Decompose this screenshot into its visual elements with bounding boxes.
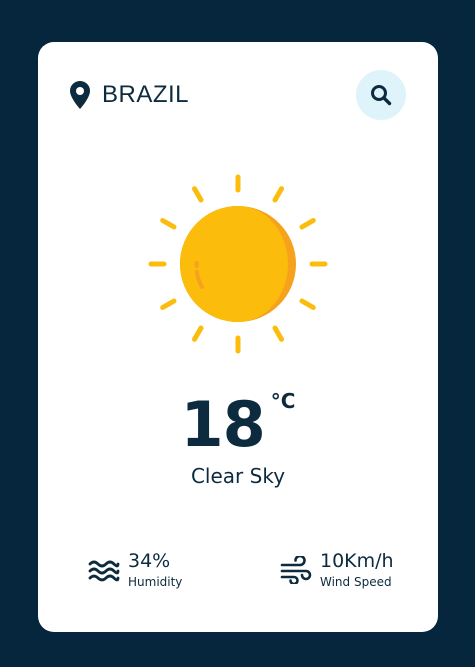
location-pin-icon xyxy=(70,81,90,109)
wind-stat: 10Km/h Wind Speed xyxy=(280,550,394,590)
location-header: BRAZIL xyxy=(68,80,189,110)
search-button[interactable] xyxy=(356,70,406,120)
city-name: BRAZIL xyxy=(102,81,190,108)
search-icon xyxy=(371,85,392,106)
weather-card: BRAZIL 18 °C Clear Sky 34% Humidity 10Km… xyxy=(38,42,438,632)
weather-description: Clear Sky xyxy=(190,464,286,488)
humidity-value: 34% xyxy=(128,550,171,572)
wind-icon xyxy=(280,556,312,584)
wind-speed-value: 10Km/h xyxy=(320,550,394,572)
waves-icon xyxy=(88,560,120,582)
wind-speed-label: Wind Speed xyxy=(320,575,392,589)
sun-icon xyxy=(148,174,328,354)
temperature-display: 18 °C xyxy=(38,387,438,463)
temperature-unit: °C xyxy=(270,389,296,413)
temperature-value: 18 xyxy=(180,388,266,461)
humidity-stat: 34% Humidity xyxy=(88,550,182,590)
humidity-label: Humidity xyxy=(128,575,183,589)
